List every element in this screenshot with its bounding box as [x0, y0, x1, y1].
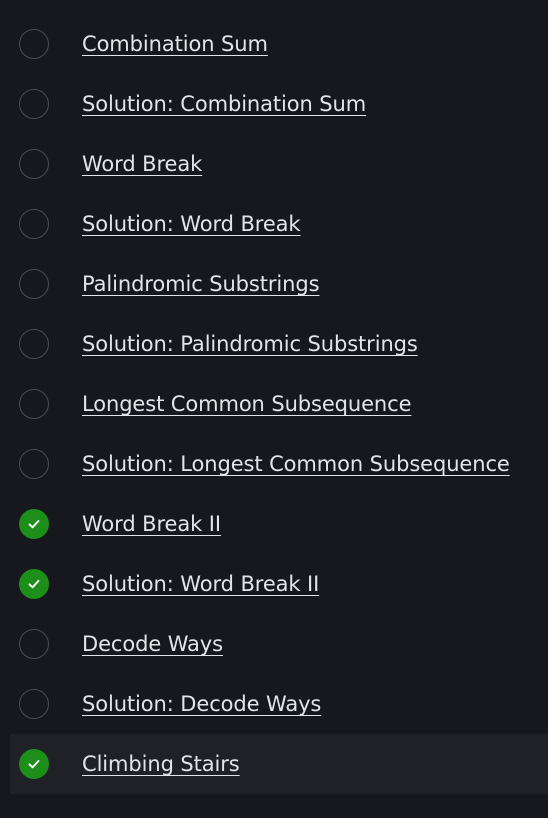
lesson-link[interactable]: Word Break — [82, 134, 202, 194]
lesson-item[interactable]: Solution: Longest Common Subsequence — [10, 434, 548, 494]
lesson-link[interactable]: Solution: Decode Ways — [82, 674, 321, 734]
lesson-item[interactable]: Decode Ways — [10, 614, 548, 674]
lesson-item[interactable]: Solution: Combination Sum — [10, 74, 548, 134]
lesson-item[interactable]: Solution: Word Break II — [10, 554, 548, 614]
empty-circle-icon[interactable] — [19, 689, 49, 719]
check-circle-icon[interactable] — [19, 569, 49, 599]
empty-circle-icon[interactable] — [19, 449, 49, 479]
empty-circle-icon[interactable] — [19, 209, 49, 239]
lesson-link[interactable]: Solution: Combination Sum — [82, 74, 366, 134]
lesson-item[interactable]: Solution: Palindromic Substrings — [10, 314, 548, 374]
lesson-link[interactable]: Longest Common Subsequence — [82, 374, 412, 434]
lesson-link[interactable]: Word Break II — [82, 494, 221, 554]
empty-circle-icon[interactable] — [19, 149, 49, 179]
lesson-link[interactable]: Solution: Word Break — [82, 194, 301, 254]
lesson-list: Combination Sum Solution: Combination Sum… — [0, 0, 548, 818]
lesson-link[interactable]: Combination Sum — [82, 14, 268, 74]
empty-circle-icon[interactable] — [19, 269, 49, 299]
lesson-link[interactable]: Decode Ways — [82, 614, 223, 674]
lesson-link[interactable]: Palindromic Substrings — [82, 254, 320, 314]
check-circle-icon[interactable] — [19, 509, 49, 539]
empty-circle-icon[interactable] — [19, 89, 49, 119]
check-circle-icon[interactable] — [19, 749, 49, 779]
lesson-link[interactable]: Solution: Longest Common Subsequence — [82, 434, 510, 494]
empty-circle-icon[interactable] — [19, 329, 49, 359]
lesson-item[interactable]: Solution: Decode Ways — [10, 674, 548, 734]
lesson-link[interactable]: Solution: Word Break II — [82, 554, 319, 614]
lesson-item[interactable]: Climbing Stairs — [10, 734, 548, 794]
empty-circle-icon[interactable] — [19, 629, 49, 659]
lesson-item[interactable]: Word Break — [10, 134, 548, 194]
lesson-item[interactable]: Palindromic Substrings — [10, 254, 548, 314]
lesson-item[interactable]: Word Break II — [10, 494, 548, 554]
empty-circle-icon[interactable] — [19, 29, 49, 59]
lesson-item[interactable]: Solution: Word Break — [10, 194, 548, 254]
lesson-item[interactable]: Longest Common Subsequence — [10, 374, 548, 434]
lesson-link[interactable]: Climbing Stairs — [82, 734, 240, 794]
lesson-link[interactable]: Solution: Palindromic Substrings — [82, 314, 418, 374]
empty-circle-icon[interactable] — [19, 389, 49, 419]
lesson-item[interactable]: Combination Sum — [10, 14, 548, 74]
